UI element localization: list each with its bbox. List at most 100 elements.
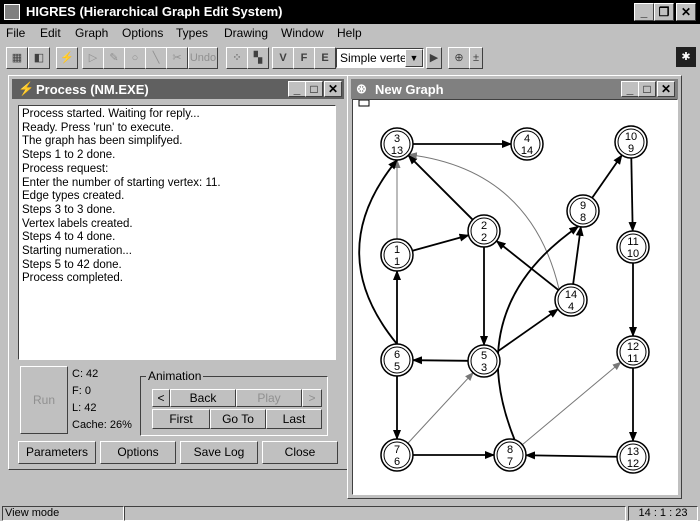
vertex-label-bottom: 14	[521, 145, 533, 157]
graph-svg[interactable]: 31341410998221111101441211655376871312	[353, 100, 677, 494]
graph-vertex[interactable]: 11	[380, 238, 414, 272]
drawing-style-select[interactable]: Simple verte: ▼	[336, 48, 424, 68]
close-icon[interactable]: ✕	[676, 3, 696, 21]
graph-edge[interactable]	[628, 157, 637, 233]
menu-graph[interactable]: Graph	[75, 26, 108, 40]
graph-vertex[interactable]: 1211	[616, 335, 650, 369]
vertex-label-bottom: 13	[391, 145, 403, 157]
log-line: Enter the number of starting vertex: 11.	[22, 176, 221, 189]
graph-canvas[interactable]: 3 13 4 14 10 9 9 8 2 2 1 1 11 10 14 4 12 11 6 5 5 3 7 6 8 7 13 12	[352, 99, 678, 495]
first-button[interactable]: First	[152, 409, 210, 429]
close-icon[interactable]: ✕	[657, 81, 675, 97]
menu-file[interactable]: File	[6, 26, 25, 40]
close-icon[interactable]: ✕	[324, 81, 342, 97]
graph-vertex[interactable]: 65	[380, 343, 414, 377]
layout-icon[interactable]: ▚	[247, 47, 269, 69]
vertex-label-bottom: 4	[568, 301, 574, 313]
options-button[interactable]: Options	[100, 441, 176, 464]
graph-edge[interactable]	[524, 451, 618, 460]
zoom-icon[interactable]: ⊕	[448, 47, 470, 69]
graph-edge[interactable]	[495, 240, 560, 291]
vertex-label-top: 6	[394, 349, 400, 361]
stat-c: C: 42	[72, 368, 99, 380]
undo-button[interactable]: Undo	[188, 47, 218, 69]
graph-vertex[interactable]: 1110	[616, 230, 650, 264]
next-button[interactable]: >	[302, 389, 322, 407]
graph-vertex[interactable]: 53	[467, 344, 501, 378]
back-button[interactable]: Back	[170, 389, 236, 407]
process-window-title-bar: ⚡ Process (NM.EXE) _ □ ✕	[12, 79, 344, 99]
app-icon[interactable]	[4, 4, 20, 20]
graph-vertex[interactable]: 76	[380, 438, 414, 472]
menu-help[interactable]: Help	[337, 26, 362, 40]
run-icon[interactable]: ⚡	[56, 47, 78, 69]
graph-vertex[interactable]: 87	[493, 438, 527, 472]
edge-icon[interactable]: ╲	[145, 47, 167, 69]
animation-group-label: Animation	[146, 369, 204, 383]
vertex-icon[interactable]: ○	[124, 47, 146, 69]
vertex-label-bottom: 2	[481, 232, 487, 244]
save-log-button[interactable]: Save Log	[180, 441, 258, 464]
vertex-type-icon[interactable]: V	[272, 47, 294, 69]
edge-type-icon[interactable]: E	[314, 47, 336, 69]
log-line: Steps 3 to 3 done.	[22, 203, 116, 216]
process-log[interactable]: Process started. Waiting for reply... Re…	[18, 105, 336, 360]
prev-button[interactable]: <	[152, 389, 170, 407]
vertex-label-bottom: 11	[627, 353, 638, 365]
graph-edge[interactable]	[572, 225, 584, 285]
face-type-icon[interactable]: F	[293, 47, 315, 69]
log-line: Edge types created.	[22, 190, 125, 203]
vertex-label-bottom: 8	[580, 212, 586, 224]
maximize-icon[interactable]: □	[638, 81, 656, 97]
forward-icon[interactable]: ▷	[82, 47, 104, 69]
graph-vertex[interactable]: 144	[554, 283, 588, 317]
log-line: Steps 5 to 42 done.	[22, 258, 122, 271]
restore-icon[interactable]: ❐	[654, 3, 674, 21]
graph-vertex[interactable]: 109	[614, 125, 648, 159]
graph-vertex[interactable]: 22	[467, 214, 501, 248]
app-title: HIGRES (Hierarchical Graph Edit System)	[26, 4, 283, 19]
menu-types[interactable]: Types	[176, 26, 208, 40]
run-button[interactable]: Run	[20, 366, 68, 434]
graph-edge[interactable]	[521, 361, 622, 446]
grid-icon[interactable]: ⁘	[226, 47, 248, 69]
open-icon[interactable]: ◧	[28, 47, 50, 69]
vertex-label-bottom: 10	[627, 248, 639, 260]
play-button[interactable]: Play	[236, 389, 302, 407]
menu-drawing[interactable]: Drawing	[224, 26, 268, 40]
graph-edge[interactable]	[411, 356, 469, 365]
close-button[interactable]: Close	[262, 441, 338, 464]
graph-edge[interactable]	[407, 154, 474, 221]
last-button[interactable]: Last	[266, 409, 322, 429]
parameters-button[interactable]: Parameters	[18, 441, 96, 464]
log-line: Process request:	[22, 162, 109, 175]
edit-icon[interactable]: ✎	[103, 47, 125, 69]
graph-vertex[interactable]: 1312	[616, 440, 650, 474]
graph-vertex[interactable]: 313	[380, 127, 414, 161]
vertex-label-top: 11	[627, 236, 638, 248]
chevron-down-icon[interactable]: ▼	[405, 49, 423, 67]
vertex-label-top: 5	[481, 350, 487, 362]
goto-button[interactable]: Go To	[210, 409, 266, 429]
cut-icon[interactable]: ✂	[166, 47, 188, 69]
minimize-icon[interactable]: _	[621, 81, 639, 97]
menu-edit[interactable]: Edit	[40, 26, 61, 40]
graph-edge[interactable]	[407, 372, 474, 444]
menu-options[interactable]: Options	[122, 26, 163, 40]
graph-vertex[interactable]: 414	[510, 127, 544, 161]
minimize-icon[interactable]: _	[288, 81, 306, 97]
graph-vertex[interactable]: 98	[566, 194, 600, 228]
vertex-label-top: 2	[481, 220, 487, 232]
zoom-stepper-icon[interactable]: ±	[469, 47, 483, 69]
status-time: 14 : 1 : 23	[628, 506, 698, 521]
vertex-label-bottom: 1	[394, 256, 400, 268]
vertex-label-bottom: 3	[481, 362, 487, 374]
graph-edge[interactable]	[412, 233, 470, 252]
play-arrow-icon[interactable]: ▶	[426, 47, 442, 69]
minimize-icon[interactable]: _	[634, 3, 654, 21]
graph-edge[interactable]	[591, 154, 623, 199]
save-icon[interactable]: ▦	[6, 47, 28, 69]
graph-nodes: 31341410998221111101441211655376871312	[380, 125, 650, 474]
maximize-icon[interactable]: □	[305, 81, 323, 97]
menu-window[interactable]: Window	[281, 26, 324, 40]
